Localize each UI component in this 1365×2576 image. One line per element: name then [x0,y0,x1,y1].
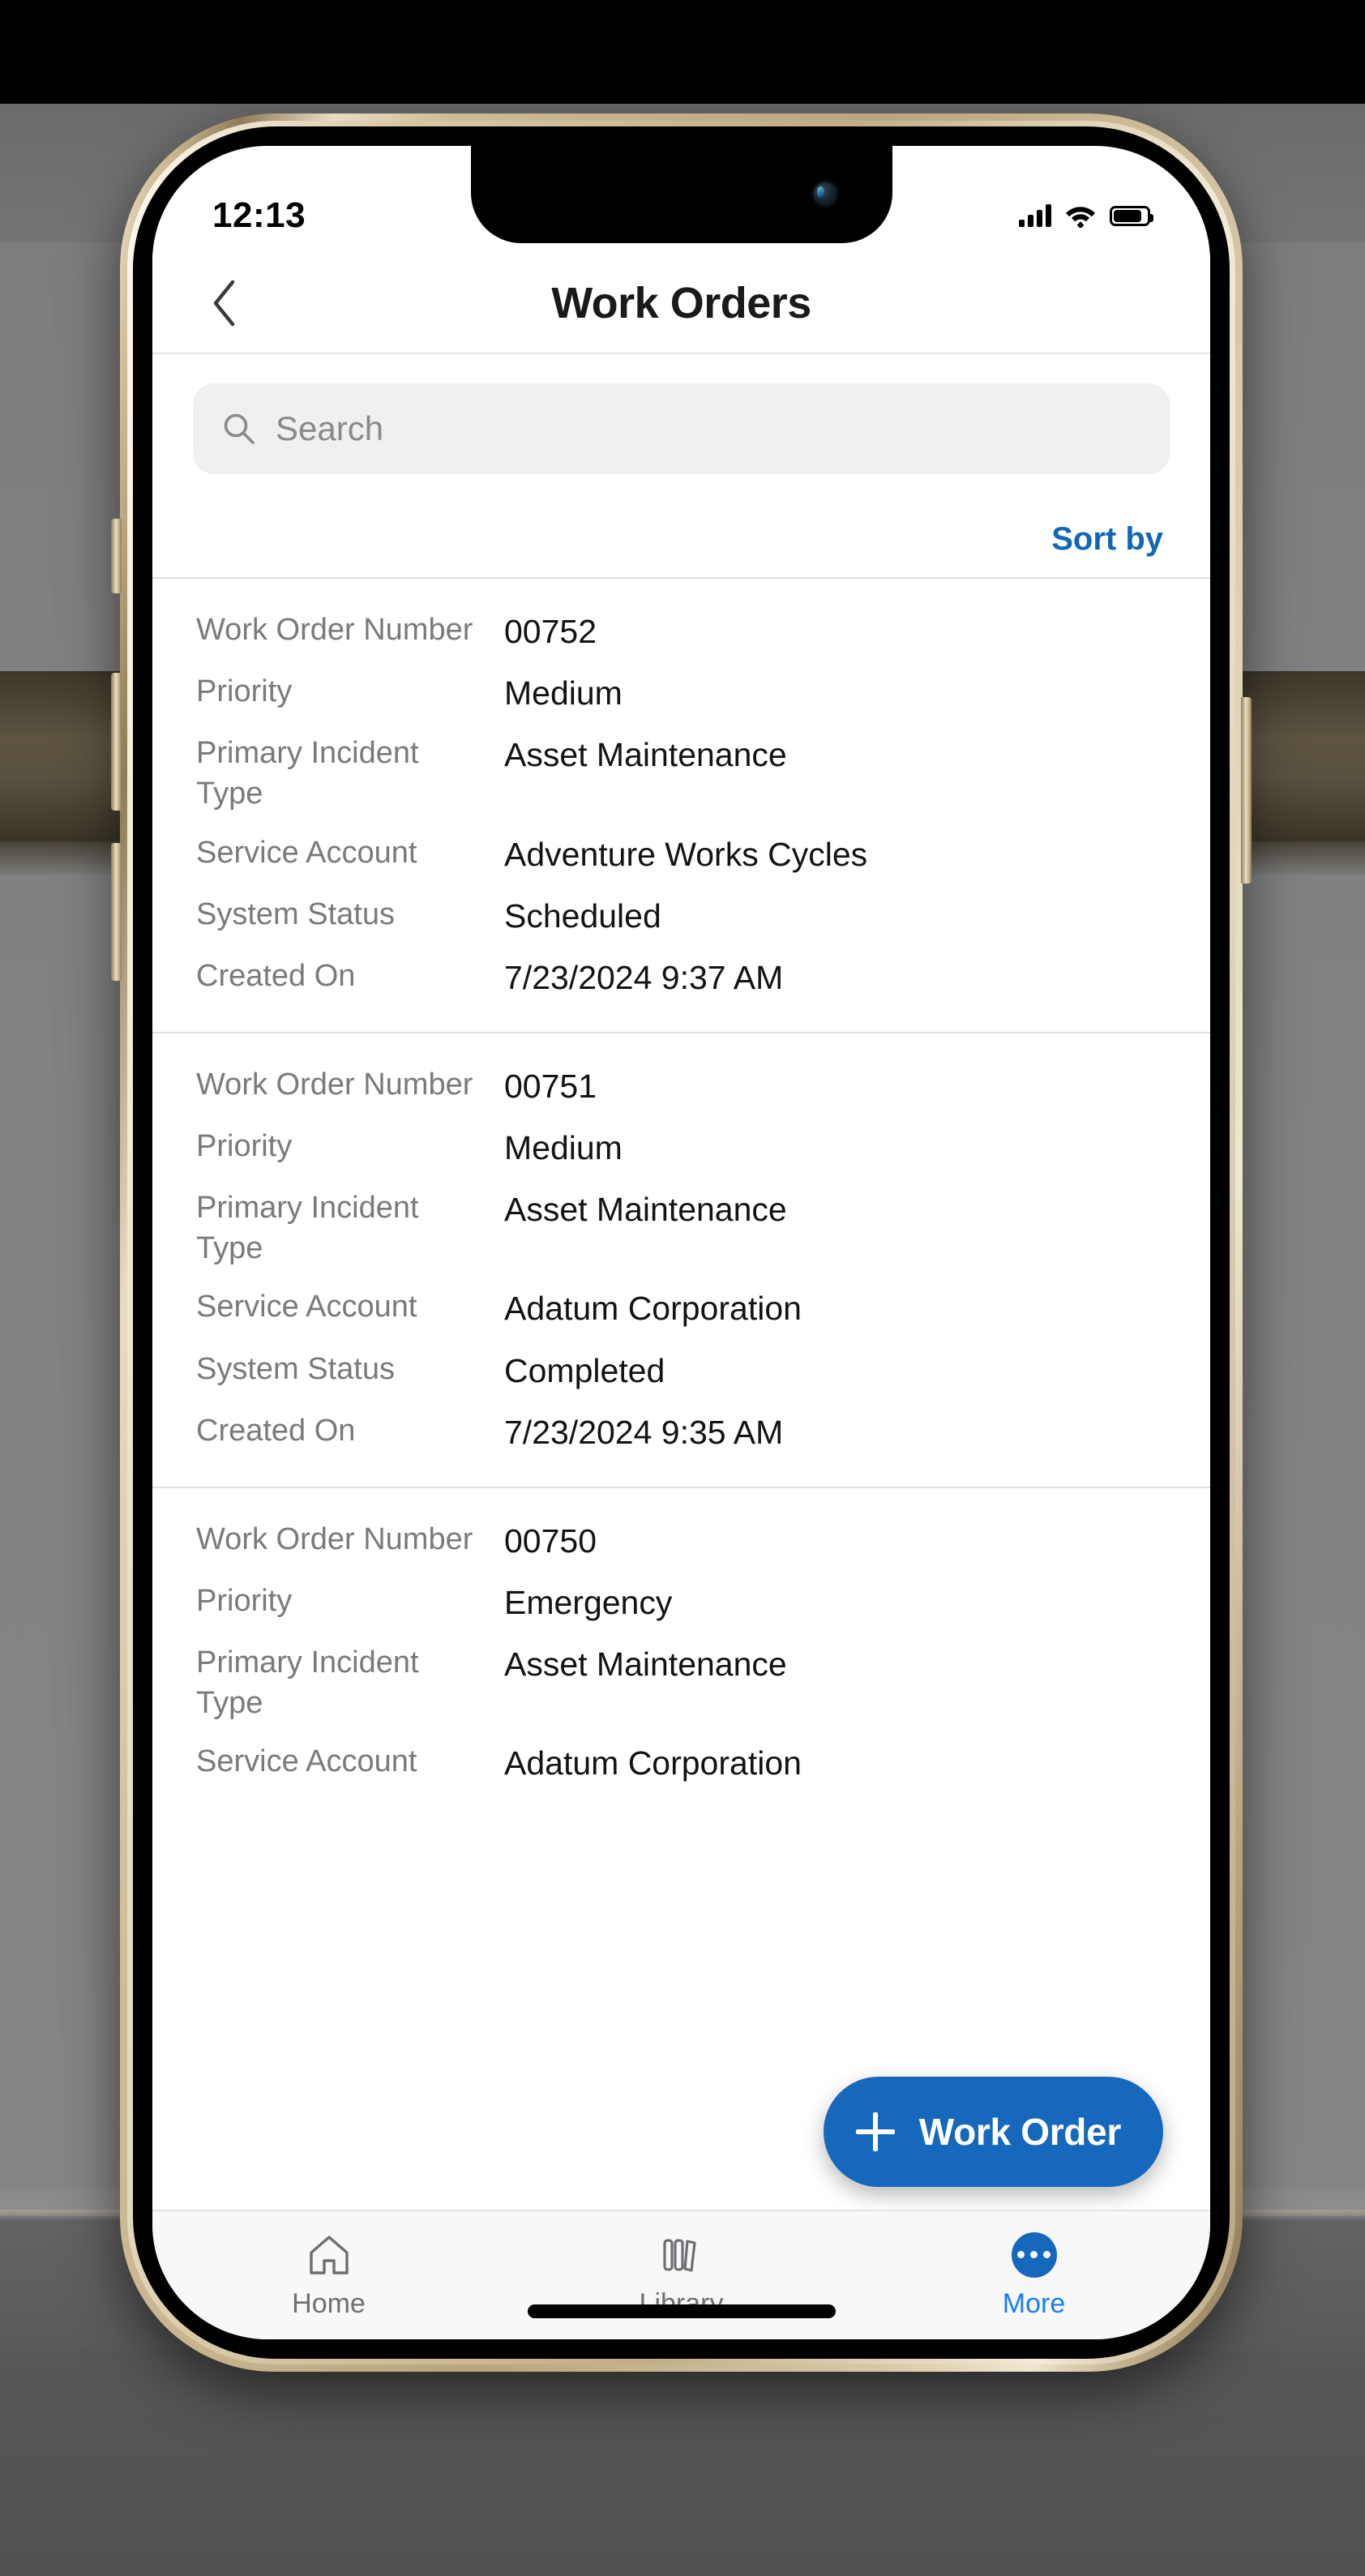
field-label: Primary Incident Type [196,1191,419,1266]
field-value: 00752 [504,613,597,650]
field-value: Adventure Works Cycles [504,835,868,873]
field-value: Asset Maintenance [504,1645,787,1683]
table-row[interactable]: Work Order Number 00750 Priority Emergen… [152,1486,1210,1818]
field-value: 7/23/2024 9:37 AM [504,958,784,996]
field-label: Priority [196,1583,293,1618]
field-row-service-account: Service Account Adatum Corporation [152,1286,1210,1330]
field-value: Completed [504,1351,665,1389]
field-label: Service Account [196,1290,417,1324]
new-work-order-button[interactable]: Work Order [823,2077,1163,2187]
field-row-work-order-number: Work Order Number 00750 [152,1519,1210,1563]
home-indicator[interactable] [527,2304,836,2318]
field-value: Medium [504,674,623,712]
library-icon [659,2232,704,2279]
cellular-signal-icon [1019,204,1051,227]
field-label: System Status [196,1351,395,1386]
field-row-priority: Priority Medium [152,671,1210,715]
field-value: Medium [504,1128,623,1166]
field-row-created-on: Created On 7/23/2024 9:37 AM [152,956,1210,999]
field-value: Asset Maintenance [504,1191,787,1229]
field-label: Service Account [196,835,417,870]
field-label: Created On [196,1413,356,1448]
page-title: Work Orders [551,278,811,327]
tab-home-label: Home [292,2287,366,2319]
field-value: Adatum Corporation [504,1744,802,1782]
field-row-primary-incident-type: Primary Incident Type Asset Maintenance [152,1642,1210,1723]
status-bar-clock: 12:13 [212,195,306,235]
field-value: 7/23/2024 9:35 AM [504,1413,784,1451]
chevron-left-icon [213,280,235,326]
field-row-created-on: Created On 7/23/2024 9:35 AM [152,1410,1210,1454]
volume-up-button[interactable] [111,673,122,811]
tab-home[interactable]: Home [152,2211,505,2339]
field-value: Scheduled [504,896,661,935]
wifi-icon [1064,203,1097,228]
front-camera-icon [811,180,839,208]
field-value: Adatum Corporation [504,1290,802,1328]
mute-switch[interactable] [111,519,122,593]
phone-screen: 12:13 Work Orders Search Sort by Work Or… [152,146,1210,2339]
table-row[interactable]: Work Order Number 00752 Priority Medium … [152,577,1210,1032]
work-order-list-scroll-area[interactable]: Sort by Work Order Number 00752 Priority… [152,354,1210,2210]
field-row-priority: Priority Emergency [152,1581,1210,1624]
search-container [152,354,1210,474]
tab-more[interactable]: More [858,2211,1210,2339]
field-row-work-order-number: Work Order Number 00751 [152,1064,1210,1108]
status-bar-indicators [1019,203,1153,228]
search-input[interactable] [276,409,1140,448]
field-row-service-account: Service Account Adventure Works Cycles [152,832,1210,876]
field-value: 00751 [504,1067,597,1105]
field-label: System Status [196,896,395,931]
field-value: Asset Maintenance [504,736,787,774]
field-row-priority: Priority Medium [152,1126,1210,1170]
bottom-tab-bar: Home Library More [152,2210,1210,2339]
new-work-order-label: Work Order [918,2111,1122,2153]
field-label: Primary Incident Type [196,1645,419,1721]
back-button[interactable] [190,268,259,338]
navigation-bar: Work Orders [152,253,1210,354]
field-label: Created On [196,958,356,993]
field-label: Work Order Number [196,1067,473,1102]
field-label: Service Account [196,1744,417,1779]
plus-icon [855,2112,895,2151]
field-row-system-status: System Status Completed [152,1349,1210,1393]
tab-more-label: More [1002,2287,1066,2319]
table-row[interactable]: Work Order Number 00751 Priority Medium … [152,1031,1210,1487]
field-row-work-order-number: Work Order Number 00752 [152,610,1210,653]
phone-device-mockup: 12:13 Work Orders Search Sort by Work Or… [111,113,1252,2372]
field-row-primary-incident-type: Primary Incident Type Asset Maintenance [152,733,1210,814]
sort-by-button[interactable]: Sort by [1051,521,1163,558]
sort-row: Sort by [152,474,1210,577]
search-icon [222,412,256,446]
display-notch [470,146,892,243]
field-label: Work Order Number [196,1521,473,1556]
field-label: Priority [196,1128,293,1163]
volume-down-button[interactable] [111,843,122,981]
search-bar[interactable] [193,383,1170,474]
field-value: Emergency [504,1583,673,1621]
field-row-service-account: Service Account Adatum Corporation [152,1741,1210,1785]
field-label: Work Order Number [196,613,473,647]
battery-icon [1110,205,1153,226]
home-icon [306,2232,352,2279]
field-label: Primary Incident Type [196,736,419,811]
ellipsis-icon [1011,2232,1057,2279]
field-value: 00750 [504,1521,597,1560]
field-label: Priority [196,674,293,709]
tab-library[interactable]: Library [505,2211,858,2339]
field-row-primary-incident-type: Primary Incident Type Asset Maintenance [152,1187,1210,1269]
power-button[interactable] [1241,697,1252,884]
field-row-system-status: System Status Scheduled [152,894,1210,938]
